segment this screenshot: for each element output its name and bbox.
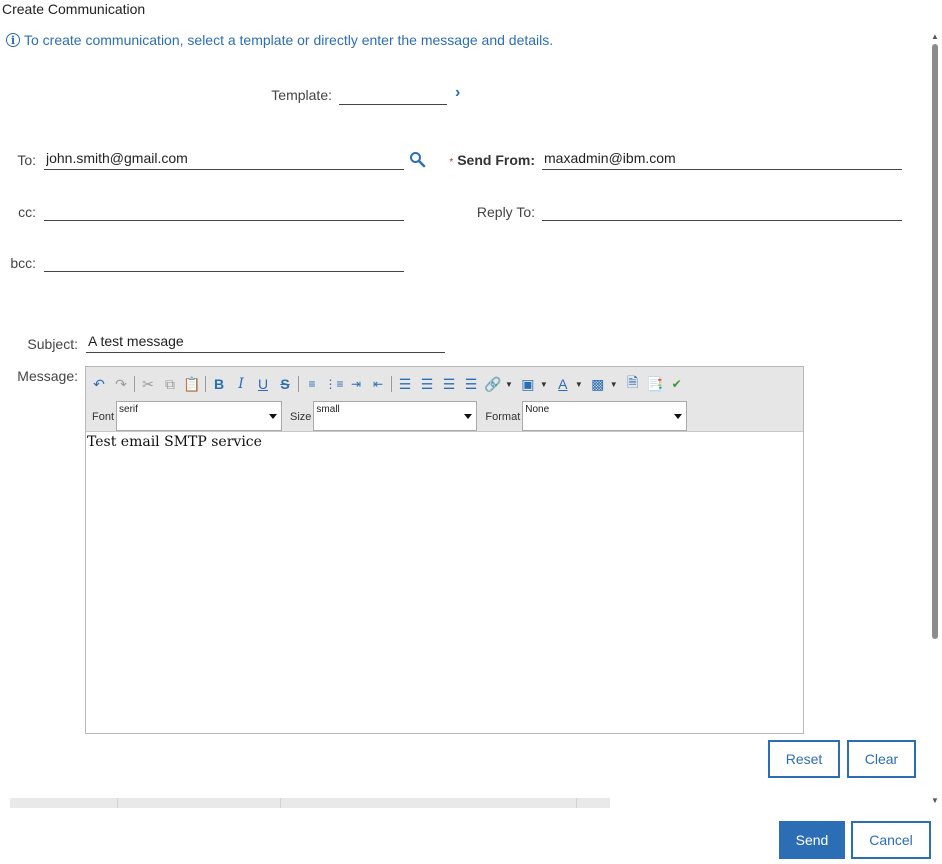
search-icon[interactable] [409,151,427,169]
copy-icon[interactable]: ⧉ [159,373,181,395]
paste-word-icon[interactable]: 📑 [644,373,666,395]
highlight-color-icon[interactable]: ▩ [587,373,609,395]
unordered-list-icon[interactable]: ⋮≡ [323,373,345,395]
send-button[interactable]: Send [779,821,845,859]
template-input[interactable] [339,84,447,105]
scrollbar-thumb[interactable] [932,44,938,639]
chevron-down-icon [674,414,683,419]
redo-icon[interactable]: ↷ [110,373,132,395]
insert-file-icon[interactable]: 🗎 [622,373,644,395]
scrollbar-divider [576,798,577,808]
bcc-label: bcc: [10,255,36,271]
ordered-list-icon[interactable]: ≡ [301,373,323,395]
template-chevron-icon[interactable]: › [455,84,460,102]
reply-to-label: Reply To: [476,204,535,220]
align-left-icon[interactable]: ☰ [394,373,416,395]
paste-icon[interactable]: 📋 [181,373,203,395]
scrollbar-divider [117,798,118,808]
info-text: To create communication, select a templa… [24,32,554,48]
spellcheck-icon[interactable]: ✔ [666,373,688,395]
outdent-icon[interactable]: ⇤ [367,373,389,395]
cut-icon[interactable]: ✂ [137,373,159,395]
image-icon[interactable]: ▣ [517,373,539,395]
scrollbar-divider [280,798,281,808]
indent-icon[interactable]: ⇥ [345,373,367,395]
chevron-down-icon [464,414,473,419]
vertical-scrollbar[interactable]: ▲ ▼ [930,32,940,808]
editor-toolbar: ↶ ↷ ✂ ⧉ 📋 B I U S ≡ ⋮≡ ⇥ ⇤ ☰ ☰ ☰ ☰ 🔗 ▼ ▣ ▼… [86,367,803,432]
text-color-dropdown-icon[interactable]: ▼ [575,380,583,389]
text-color-icon[interactable]: A [552,373,574,395]
format-label: Format [485,411,521,423]
info-message: i To create communication, select a temp… [6,32,553,48]
chevron-down-icon [269,414,278,419]
size-label: Size [290,411,312,423]
toolbar-divider [134,376,135,392]
required-icon: * [449,157,454,168]
bold-icon[interactable]: B [208,373,230,395]
send-from-input[interactable] [542,149,902,170]
italic-icon[interactable]: I [230,373,252,395]
info-icon: i [6,33,20,47]
size-select[interactable]: small [313,401,478,431]
reply-to-input[interactable] [542,200,902,221]
cc-input[interactable] [44,200,404,221]
format-select[interactable]: None [522,401,688,431]
message-label: Message: [17,368,78,384]
to-input[interactable] [44,149,404,170]
toolbar-divider [205,376,206,392]
cc-label: cc: [18,204,36,220]
underline-icon[interactable]: U [252,373,274,395]
highlight-dropdown-icon[interactable]: ▼ [610,380,618,389]
editor-content[interactable]: Test email SMTP service [86,432,803,452]
font-label: Font [92,411,115,423]
image-dropdown-icon[interactable]: ▼ [540,380,548,389]
subject-label: Subject: [27,336,78,352]
justify-icon[interactable]: ☰ [460,373,482,395]
toolbar-divider [298,376,299,392]
link-icon[interactable]: 🔗 [482,373,504,395]
clear-button[interactable]: Clear [847,740,916,778]
scroll-down-icon[interactable]: ▼ [930,796,940,805]
strikethrough-icon[interactable]: S [274,373,296,395]
horizontal-scrollbar[interactable] [10,798,610,808]
align-right-icon[interactable]: ☰ [416,373,438,395]
cancel-button[interactable]: Cancel [851,821,931,859]
link-dropdown-icon[interactable]: ▼ [505,380,513,389]
align-center-icon[interactable]: ☰ [438,373,460,395]
template-label: Template: [271,87,332,103]
undo-icon[interactable]: ↶ [88,373,110,395]
reset-button[interactable]: Reset [768,740,840,778]
to-label: To: [17,152,36,168]
subject-input[interactable] [86,332,445,353]
dialog-title: Create Communication [2,1,146,17]
scroll-up-icon[interactable]: ▲ [930,32,940,41]
rich-text-editor: ↶ ↷ ✂ ⧉ 📋 B I U S ≡ ⋮≡ ⇥ ⇤ ☰ ☰ ☰ ☰ 🔗 ▼ ▣ ▼… [85,366,804,734]
font-select[interactable]: serif [116,401,283,431]
bcc-input[interactable] [44,251,404,272]
toolbar-divider [391,376,392,392]
send-from-label: * Send From: [449,152,535,168]
